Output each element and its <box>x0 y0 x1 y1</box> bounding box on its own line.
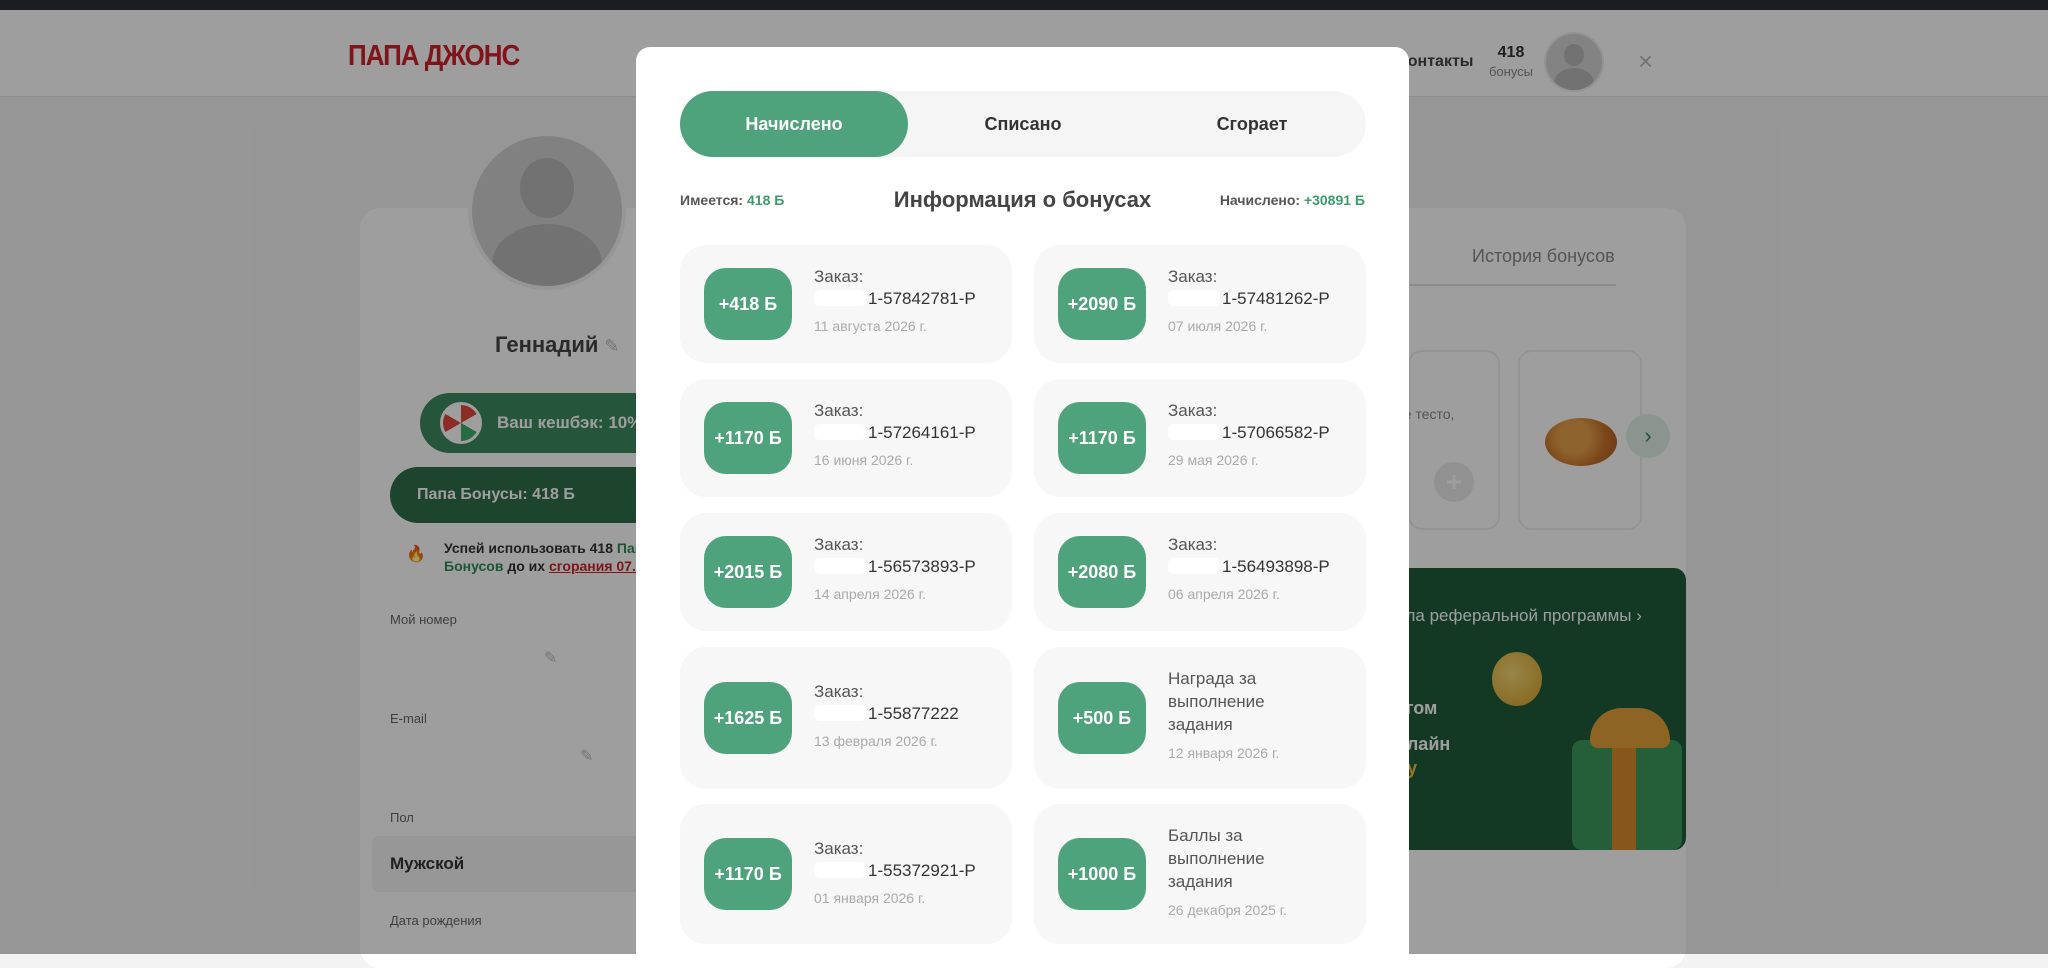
bonus-date: 06 апреля 2026 г. <box>1168 586 1280 602</box>
accrued-label: Начислено: <box>1219 192 1304 208</box>
tab-expiring[interactable]: Сгорает <box>1138 91 1366 157</box>
bonus-date: 11 августа 2026 г. <box>814 318 927 334</box>
reward-line: задания <box>1168 872 1233 891</box>
order-redaction <box>814 558 866 574</box>
bonus-amount-badge: +2015 Б <box>704 536 792 608</box>
bonus-card: +1170 Б Заказ: 1-55372921-P 01 января 20… <box>680 804 1012 944</box>
order-redaction <box>814 705 866 721</box>
order-label: Заказ: <box>1168 267 1218 286</box>
order-label: Заказ: <box>1168 401 1218 420</box>
order-redaction <box>814 862 866 878</box>
order-number: 1-57066582-P <box>1168 423 1330 443</box>
reward-line: Баллы за <box>1168 826 1243 845</box>
bonus-tabs: Начислено Списано Сгорает <box>680 91 1366 157</box>
reward-line: выполнение <box>1168 849 1265 868</box>
order-redaction <box>814 424 866 440</box>
bonus-amount-badge: +2080 Б <box>1058 536 1146 608</box>
order-label: Заказ: <box>814 535 864 554</box>
tab-accrued[interactable]: Начислено <box>680 91 908 157</box>
bonus-card: +1170 Б Заказ: 1-57066582-P 29 мая 2026 … <box>1034 379 1366 497</box>
reward-line: выполнение <box>1168 692 1265 711</box>
bonus-amount-badge: +1170 Б <box>1058 402 1146 474</box>
bonus-card: +1625 Б Заказ: 1-55877222 13 февраля 202… <box>680 647 1012 789</box>
reward-line: Награда за <box>1168 669 1257 688</box>
order-number-text: 1-56573893-P <box>868 557 976 576</box>
bonus-amount-badge: +500 Б <box>1058 682 1146 754</box>
bonus-date: 12 января 2026 г. <box>1168 745 1280 761</box>
order-redaction <box>814 290 866 306</box>
order-number-text: 1-56493898-P <box>1222 557 1330 576</box>
bonus-date: 16 июня 2026 г. <box>814 452 914 468</box>
bonus-amount-badge: +2090 Б <box>1058 268 1146 340</box>
bonus-amount-badge: +418 Б <box>704 268 792 340</box>
order-label: Заказ: <box>814 401 864 420</box>
order-number: 1-57481262-P <box>1168 289 1330 309</box>
order-label: Заказ: <box>814 682 864 701</box>
bonus-date: 29 мая 2026 г. <box>1168 452 1259 468</box>
bonus-date: 07 июля 2026 г. <box>1168 318 1268 334</box>
order-label: Заказ: <box>1168 535 1218 554</box>
bonus-info-modal: Начислено Списано Сгорает Имеется: 418 Б… <box>636 47 1409 954</box>
order-number-text: 1-57481262-P <box>1222 289 1330 308</box>
bonus-date: 14 апреля 2026 г. <box>814 586 926 602</box>
order-number: 1-56493898-P <box>1168 557 1330 577</box>
bonus-card: +1170 Б Заказ: 1-57264161-P 16 июня 2026… <box>680 379 1012 497</box>
order-redaction <box>1168 424 1220 440</box>
accrued-value: +30891 Б <box>1303 192 1365 208</box>
tab-spent[interactable]: Списано <box>909 91 1137 157</box>
bonus-card: +500 Б Награда за выполнение задания 12 … <box>1034 647 1366 789</box>
bonus-date: 13 февраля 2026 г. <box>814 733 938 749</box>
order-number: 1-55372921-P <box>814 861 976 881</box>
bonus-card: +1000 Б Баллы за выполнение задания 26 д… <box>1034 804 1366 944</box>
bonus-card: +2080 Б Заказ: 1-56493898-P 06 апреля 20… <box>1034 513 1366 631</box>
order-number-text: 1-57066582-P <box>1222 423 1330 442</box>
bonus-amount-badge: +1170 Б <box>704 402 792 474</box>
order-redaction <box>1168 290 1220 306</box>
order-number: 1-57264161-P <box>814 423 976 443</box>
order-number: 1-57842781-P <box>814 289 976 309</box>
bonus-card: +2090 Б Заказ: 1-57481262-P 07 июля 2026… <box>1034 245 1366 363</box>
order-number: 1-55877222 <box>814 704 959 724</box>
bonus-card: +2015 Б Заказ: 1-56573893-P 14 апреля 20… <box>680 513 1012 631</box>
order-number-text: 1-57842781-P <box>868 289 976 308</box>
bonus-amount-badge: +1000 Б <box>1058 838 1146 910</box>
bonus-card: +418 Б Заказ: 1-57842781-P 11 августа 20… <box>680 245 1012 363</box>
reward-label: Баллы за выполнение задания <box>1168 824 1265 893</box>
order-label: Заказ: <box>814 839 864 858</box>
reward-line: задания <box>1168 715 1233 734</box>
bonus-date: 01 января 2026 г. <box>814 890 926 906</box>
order-label: Заказ: <box>814 267 864 286</box>
bonus-amount-badge: +1625 Б <box>704 682 792 754</box>
order-number-text: 1-55877222 <box>868 704 959 723</box>
reward-label: Награда за выполнение задания <box>1168 667 1265 736</box>
order-redaction <box>1168 558 1220 574</box>
order-number-text: 1-55372921-P <box>868 861 976 880</box>
bonus-accrued-total: Начислено: +30891 Б <box>1220 192 1365 208</box>
order-number: 1-56573893-P <box>814 557 976 577</box>
order-number-text: 1-57264161-P <box>868 423 976 442</box>
bonus-date: 26 декабря 2025 г. <box>1168 902 1288 918</box>
bonus-amount-badge: +1170 Б <box>704 838 792 910</box>
